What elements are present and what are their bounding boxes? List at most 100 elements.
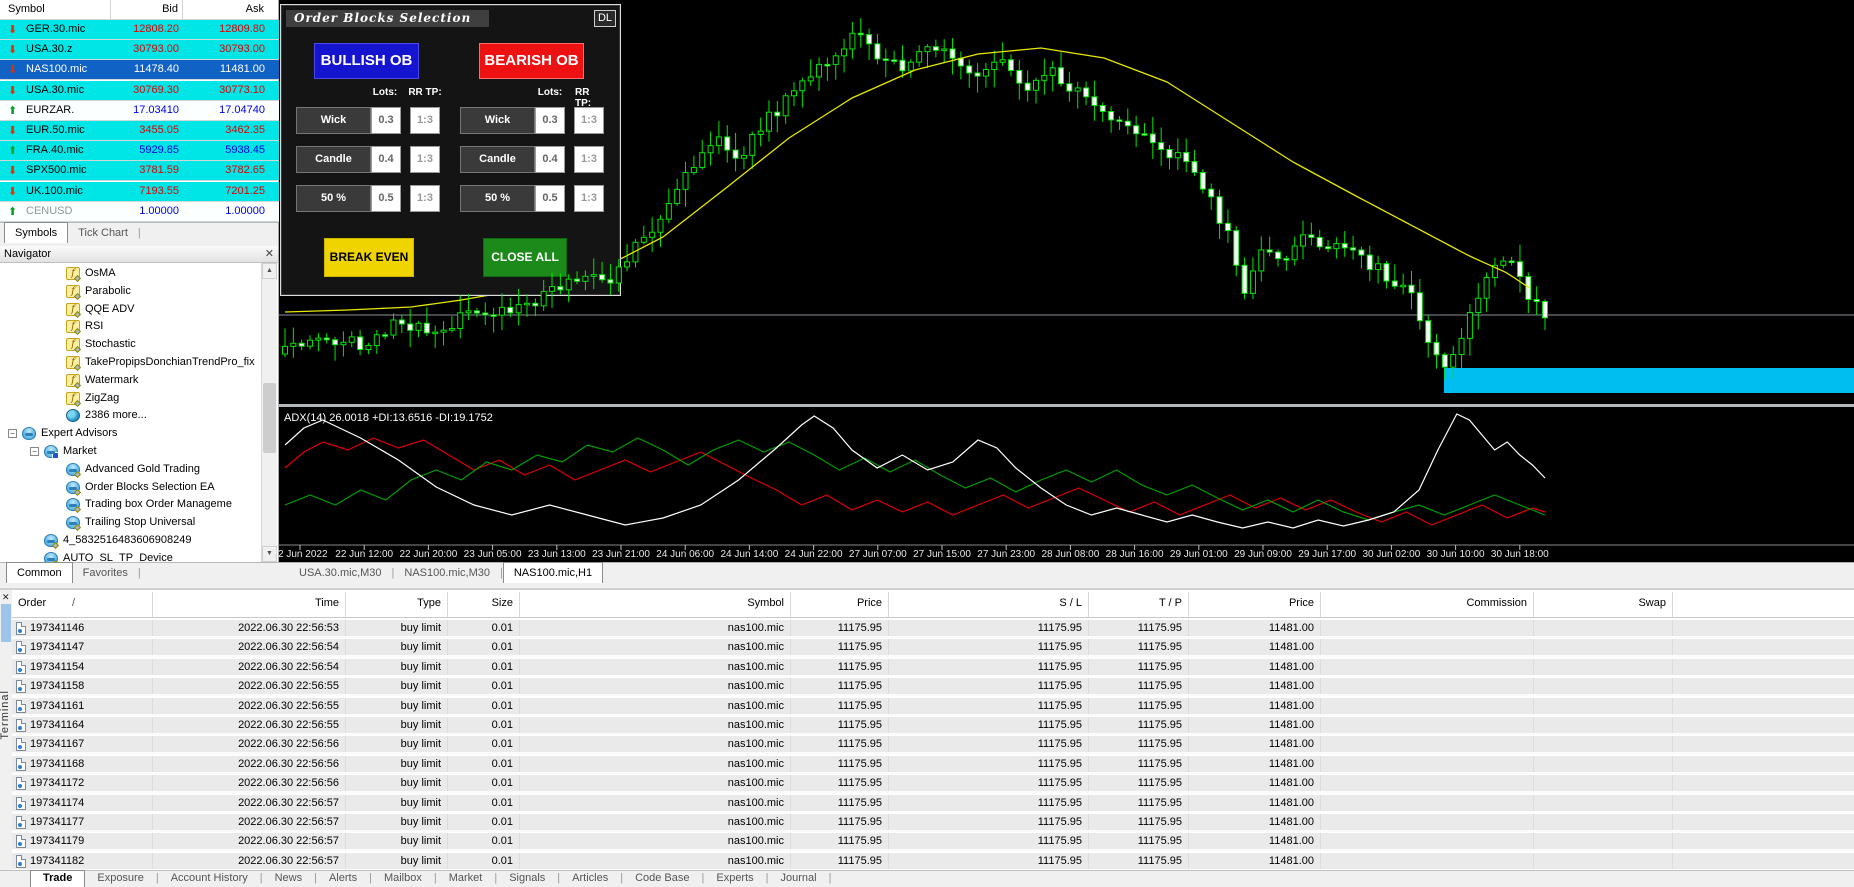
column-size[interactable]: Size bbox=[453, 597, 513, 609]
market-watch-row[interactable]: ⬇ EUR.50.mic 3455.05 3462.35 bbox=[0, 121, 279, 141]
tab-common[interactable]: Common bbox=[6, 562, 73, 583]
terminal-tab-code-base[interactable]: Code Base bbox=[623, 871, 701, 887]
bullish-wick-button[interactable]: Wick bbox=[296, 107, 371, 134]
chart-tab-usa-30-mic-m30[interactable]: USA.30.mic,M30 bbox=[289, 564, 392, 583]
order-row[interactable]: 197341174 2022.06.30 22:56:57 buy limit 0.0… bbox=[12, 794, 1854, 813]
order-row[interactable]: 197341177 2022.06.30 22:56:57 buy limit 0.0… bbox=[12, 814, 1854, 832]
terminal-tab-signals[interactable]: Signals bbox=[497, 871, 557, 887]
column-time[interactable]: Time bbox=[158, 597, 339, 609]
column-price[interactable]: Price bbox=[796, 597, 882, 609]
bullish-rr-tp-input[interactable]: 1:3 bbox=[410, 146, 440, 173]
timeline-label: 28 Jun 16:00 bbox=[1105, 549, 1164, 560]
bearish-50--button[interactable]: 50 % bbox=[460, 185, 535, 212]
arrow-down-icon: ⬇ bbox=[8, 64, 18, 77]
column-order[interactable]: Order bbox=[18, 597, 146, 609]
market-watch-row[interactable]: ⬇ USA.30.z 30793.00 30793.00 bbox=[0, 40, 279, 61]
order-row[interactable]: 197341161 2022.06.30 22:56:55 buy limit 0.0… bbox=[12, 697, 1854, 716]
close-icon[interactable]: ✕ bbox=[265, 247, 274, 260]
scroll-up-icon[interactable]: ▲ bbox=[262, 263, 277, 279]
column-symbol[interactable]: Symbol bbox=[8, 3, 45, 15]
order-blocks-panel-title[interactable]: Order Blocks Selection bbox=[286, 10, 489, 27]
terminal-tab-market[interactable]: Market bbox=[437, 871, 495, 887]
scrollbar-thumb[interactable] bbox=[263, 383, 276, 453]
order-row[interactable]: 197341154 2022.06.30 22:56:54 buy limit 0.0… bbox=[12, 658, 1854, 677]
tree-expander-icon[interactable]: − bbox=[8, 429, 17, 439]
bearish-candle-button[interactable]: Candle bbox=[460, 146, 535, 173]
navigator-panel: Navigator ✕ f OsMA f Parabolic f QQE ADV f RSI f… bbox=[0, 246, 279, 588]
column-tp[interactable]: T / P bbox=[1094, 597, 1182, 609]
bearish-lots-input[interactable]: 0.3 bbox=[535, 107, 565, 134]
order-row[interactable]: 197341182 2022.06.30 22:56:57 buy limit 0.0… bbox=[12, 852, 1854, 871]
bullish-rr-tp-input[interactable]: 1:3 bbox=[410, 185, 440, 212]
order-row[interactable]: 197341164 2022.06.30 22:56:55 buy limit 0.0… bbox=[12, 717, 1854, 735]
dl-button[interactable]: DL bbox=[594, 10, 616, 27]
cell-order: 197341161 bbox=[30, 699, 85, 712]
order-row[interactable]: 197341158 2022.06.30 22:56:55 buy limit 0.0… bbox=[12, 678, 1854, 697]
bearish-lots-input[interactable]: 0.5 bbox=[535, 185, 565, 212]
terminal-tab-news[interactable]: News bbox=[263, 871, 315, 887]
market-watch-row[interactable]: ⬇ UK.100.mic 7193.55 7201.25 bbox=[0, 181, 279, 202]
tab-favorites[interactable]: Favorites bbox=[73, 564, 138, 583]
bearish-wick-button[interactable]: Wick bbox=[460, 107, 535, 134]
bearish-rr-tp-input[interactable]: 1:3 bbox=[574, 107, 604, 134]
bullish-lots-input[interactable]: 0.5 bbox=[371, 185, 401, 212]
cell-type: buy limit bbox=[400, 854, 441, 867]
order-document-icon bbox=[16, 757, 26, 771]
cell-symbol: nas100.mic bbox=[727, 660, 784, 673]
break-even-button[interactable]: BREAK EVEN bbox=[324, 238, 414, 277]
terminal-tab-articles[interactable]: Articles bbox=[560, 871, 620, 887]
bullish-candle-button[interactable]: Candle bbox=[296, 146, 371, 173]
market-watch-row[interactable]: ⬇ SPX500.mic 3781.59 3782.65 bbox=[0, 161, 279, 182]
close-icon[interactable]: ✕ bbox=[2, 592, 10, 603]
column-commission[interactable]: Commission bbox=[1326, 597, 1527, 609]
bearish-rr-tp-input[interactable]: 1:3 bbox=[574, 185, 604, 212]
market-watch-row[interactable]: ⬇ GER.30.mic 12808.20 12809.80 bbox=[0, 20, 279, 40]
terminal-tab-trade[interactable]: Trade bbox=[30, 870, 86, 887]
cell-sl: 11175.95 bbox=[1037, 719, 1082, 731]
symbol-name: UK.100.mic bbox=[26, 184, 83, 197]
bullish-50--button[interactable]: 50 % bbox=[296, 185, 371, 212]
terminal-tab-account-history[interactable]: Account History bbox=[159, 871, 260, 887]
order-row[interactable]: 197341179 2022.06.30 22:56:57 buy limit 0.0… bbox=[12, 833, 1854, 852]
bullish-rr-tp-input[interactable]: 1:3 bbox=[410, 107, 440, 134]
terminal-tab-journal[interactable]: Journal bbox=[769, 871, 829, 887]
close-all-button[interactable]: CLOSE ALL bbox=[483, 238, 567, 277]
column-price2[interactable]: Price bbox=[1194, 597, 1314, 609]
tree-expander-icon[interactable]: − bbox=[30, 447, 39, 456]
market-watch-row[interactable]: ⬆ CENUSD 1.00000 1.00000 bbox=[0, 201, 279, 222]
bullish-lots-input[interactable]: 0.4 bbox=[371, 146, 401, 173]
market-watch-row[interactable]: ⬇ NAS100.mic 11478.40 11481.00 bbox=[0, 60, 279, 81]
column-ask[interactable]: Ask bbox=[246, 3, 264, 15]
chart-tab-nas100-mic-h1[interactable]: NAS100.mic,H1 bbox=[502, 562, 604, 583]
order-row[interactable]: 197341147 2022.06.30 22:56:54 buy limit 0.0… bbox=[12, 639, 1854, 658]
bearish-rr-tp-input[interactable]: 1:3 bbox=[574, 146, 604, 173]
order-row[interactable]: 197341172 2022.06.30 22:56:56 buy limit 0.0… bbox=[12, 775, 1854, 794]
market-watch-row[interactable]: ⬆ EURZAR. 17.03410 17.04740 bbox=[0, 100, 279, 121]
terminal-panel: ✕ Terminal Order / Time Type Size Symbol Price… bbox=[0, 588, 1854, 872]
terminal-tab-alerts[interactable]: Alerts bbox=[317, 871, 369, 887]
bullish-ob-button[interactable]: BULLISH OB bbox=[314, 43, 419, 79]
column-symbol[interactable]: Symbol bbox=[525, 597, 784, 609]
cell-time: 2022.06.30 22:56:53 bbox=[238, 622, 339, 634]
column-type[interactable]: Type bbox=[351, 597, 441, 609]
terminal-scroll-indicator[interactable] bbox=[1, 604, 11, 642]
bullish-lots-input[interactable]: 0.3 bbox=[371, 107, 401, 134]
terminal-tab-exposure[interactable]: Exposure bbox=[85, 871, 155, 887]
column-bid[interactable]: Bid bbox=[162, 3, 178, 15]
timeline-label: 29 Jun 09:00 bbox=[1234, 549, 1292, 560]
terminal-tab-experts[interactable]: Experts bbox=[704, 871, 765, 887]
market-watch-row[interactable]: ⬆ FRA.40.mic 5929.85 5938.45 bbox=[0, 141, 279, 162]
market-watch-row[interactable]: ⬇ USA.30.mic 30769.30 30773.10 bbox=[0, 80, 279, 101]
navigator-scrollbar[interactable]: ▲ ▼ bbox=[261, 263, 277, 562]
terminal-tab-mailbox[interactable]: Mailbox bbox=[372, 871, 434, 887]
tab-symbols[interactable]: Symbols bbox=[4, 222, 69, 243]
tab-tick-chart[interactable]: Tick Chart bbox=[68, 224, 138, 243]
bearish-ob-button[interactable]: BEARISH OB bbox=[479, 43, 584, 79]
order-row[interactable]: 197341167 2022.06.30 22:56:56 buy limit 0.0… bbox=[12, 736, 1854, 755]
bearish-lots-input[interactable]: 0.4 bbox=[535, 146, 565, 173]
order-row[interactable]: 197341146 2022.06.30 22:56:53 buy limit 0.0… bbox=[12, 620, 1854, 638]
order-row[interactable]: 197341168 2022.06.30 22:56:56 buy limit 0.0… bbox=[12, 755, 1854, 774]
column-sl[interactable]: S / L bbox=[894, 597, 1082, 609]
chart-tab-nas100-mic-m30[interactable]: NAS100.mic,M30 bbox=[394, 564, 500, 583]
column-swap[interactable]: Swap bbox=[1539, 597, 1666, 609]
